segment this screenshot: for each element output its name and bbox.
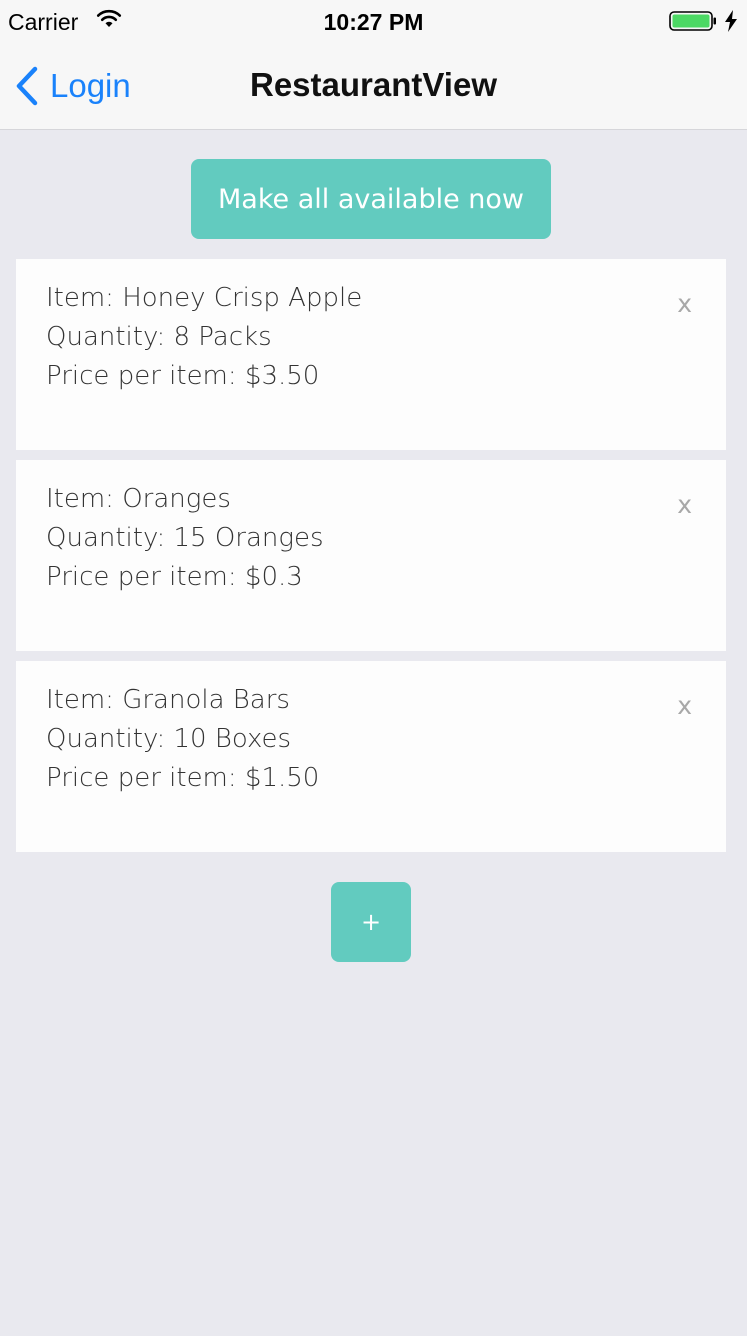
item-quantity: Quantity: 8 Packs [46,322,272,352]
item-quantity: Quantity: 15 Oranges [46,523,324,553]
battery-icon [669,11,716,31]
remove-item-button[interactable]: x [677,490,692,519]
list-item: Item: Granola Bars Quantity: 10 Boxes Pr… [16,661,726,852]
charging-icon [725,10,737,32]
page-title: RestaurantView [250,66,497,103]
item-price: Price per item: $1.50 [46,763,320,793]
add-item-button[interactable]: + [331,882,411,962]
item-price: Price per item: $3.50 [46,361,320,391]
item-name: Item: Honey Crisp Apple [46,283,363,313]
list-item: Item: Oranges Quantity: 15 Oranges Price… [16,460,726,651]
navigation-bar: Login RestaurantView [0,42,747,130]
item-price: Price per item: $0.3 [46,562,303,592]
item-name: Item: Oranges [46,484,231,514]
list-item: Item: Honey Crisp Apple Quantity: 8 Pack… [16,259,726,450]
item-quantity: Quantity: 10 Boxes [46,724,292,754]
make-all-available-button[interactable]: Make all available now [191,159,551,239]
item-name: Item: Granola Bars [46,685,290,715]
status-bar: Carrier 10:27 PM [0,0,747,42]
remove-item-button[interactable]: x [677,691,692,720]
remove-item-button[interactable]: x [677,289,692,318]
status-time: 10:27 PM [323,9,424,35]
